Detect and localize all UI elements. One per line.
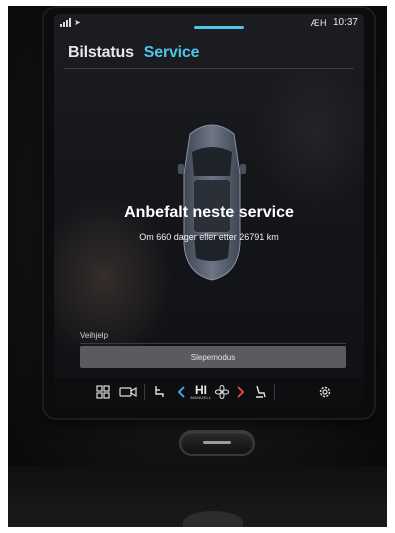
phone-seat-icon: [155, 386, 164, 397]
infotainment-screen: ➤ ÆH 10:37 Bilstatus Service Anbefalt ne…: [54, 14, 364, 406]
tab-service[interactable]: Service: [144, 44, 200, 62]
tab-divider: [64, 68, 354, 69]
photo-frame: ➤ ÆH 10:37 Bilstatus Service Anbefalt ne…: [8, 6, 387, 527]
dock-separator: [274, 384, 275, 400]
camera-icon: [119, 386, 137, 398]
climate-dock: HI MANUELL: [54, 378, 364, 406]
settings-icon: [319, 386, 331, 398]
dock-separator: [144, 384, 145, 400]
temperature-display[interactable]: HI MANUELL: [188, 382, 214, 402]
temp-up-button[interactable]: [234, 382, 248, 402]
top-pull-handle[interactable]: [194, 26, 244, 29]
phone-seat-button[interactable]: [150, 382, 168, 402]
home-button[interactable]: [181, 432, 253, 454]
seat-heat-button[interactable]: [252, 382, 268, 402]
fan-button[interactable]: [214, 382, 230, 402]
location-arrow-icon: ➤: [74, 18, 81, 27]
veihjelp-divider: [80, 343, 346, 344]
status-bar: ➤ ÆH 10:37: [54, 14, 364, 34]
fan-icon: [215, 385, 229, 399]
camera-button[interactable]: [118, 382, 138, 402]
apps-grid-icon: [96, 385, 110, 399]
temperature-mode: MANUELL: [190, 394, 212, 400]
tow-mode-button[interactable]: Slepemodus: [80, 346, 346, 368]
temp-down-button[interactable]: [174, 382, 188, 402]
signal-icon: [60, 18, 71, 27]
status-left: ➤: [60, 18, 81, 27]
chevron-left-icon: [177, 386, 185, 398]
tab-bar: Bilstatus Service: [68, 44, 200, 62]
clock: 10:37: [332, 17, 358, 28]
tab-bilstatus[interactable]: Bilstatus: [68, 44, 134, 62]
chevron-right-icon: [237, 386, 245, 398]
settings-button[interactable]: [316, 382, 334, 402]
service-title: Anbefalt neste service: [124, 204, 294, 221]
car-top-view-icon: [178, 124, 246, 281]
service-subtitle: Om 660 dager eller etter 26791 km: [139, 232, 279, 242]
temperature-value: HI: [195, 382, 207, 397]
veihjelp-label: Veihjelp: [80, 331, 109, 340]
status-indicator: ÆH: [310, 17, 327, 28]
seat-icon: [256, 385, 266, 398]
status-right: ÆH 10:37: [310, 17, 358, 28]
display-bezel: ➤ ÆH 10:37 Bilstatus Service Anbefalt ne…: [44, 8, 374, 418]
apps-grid-button[interactable]: [94, 382, 112, 402]
